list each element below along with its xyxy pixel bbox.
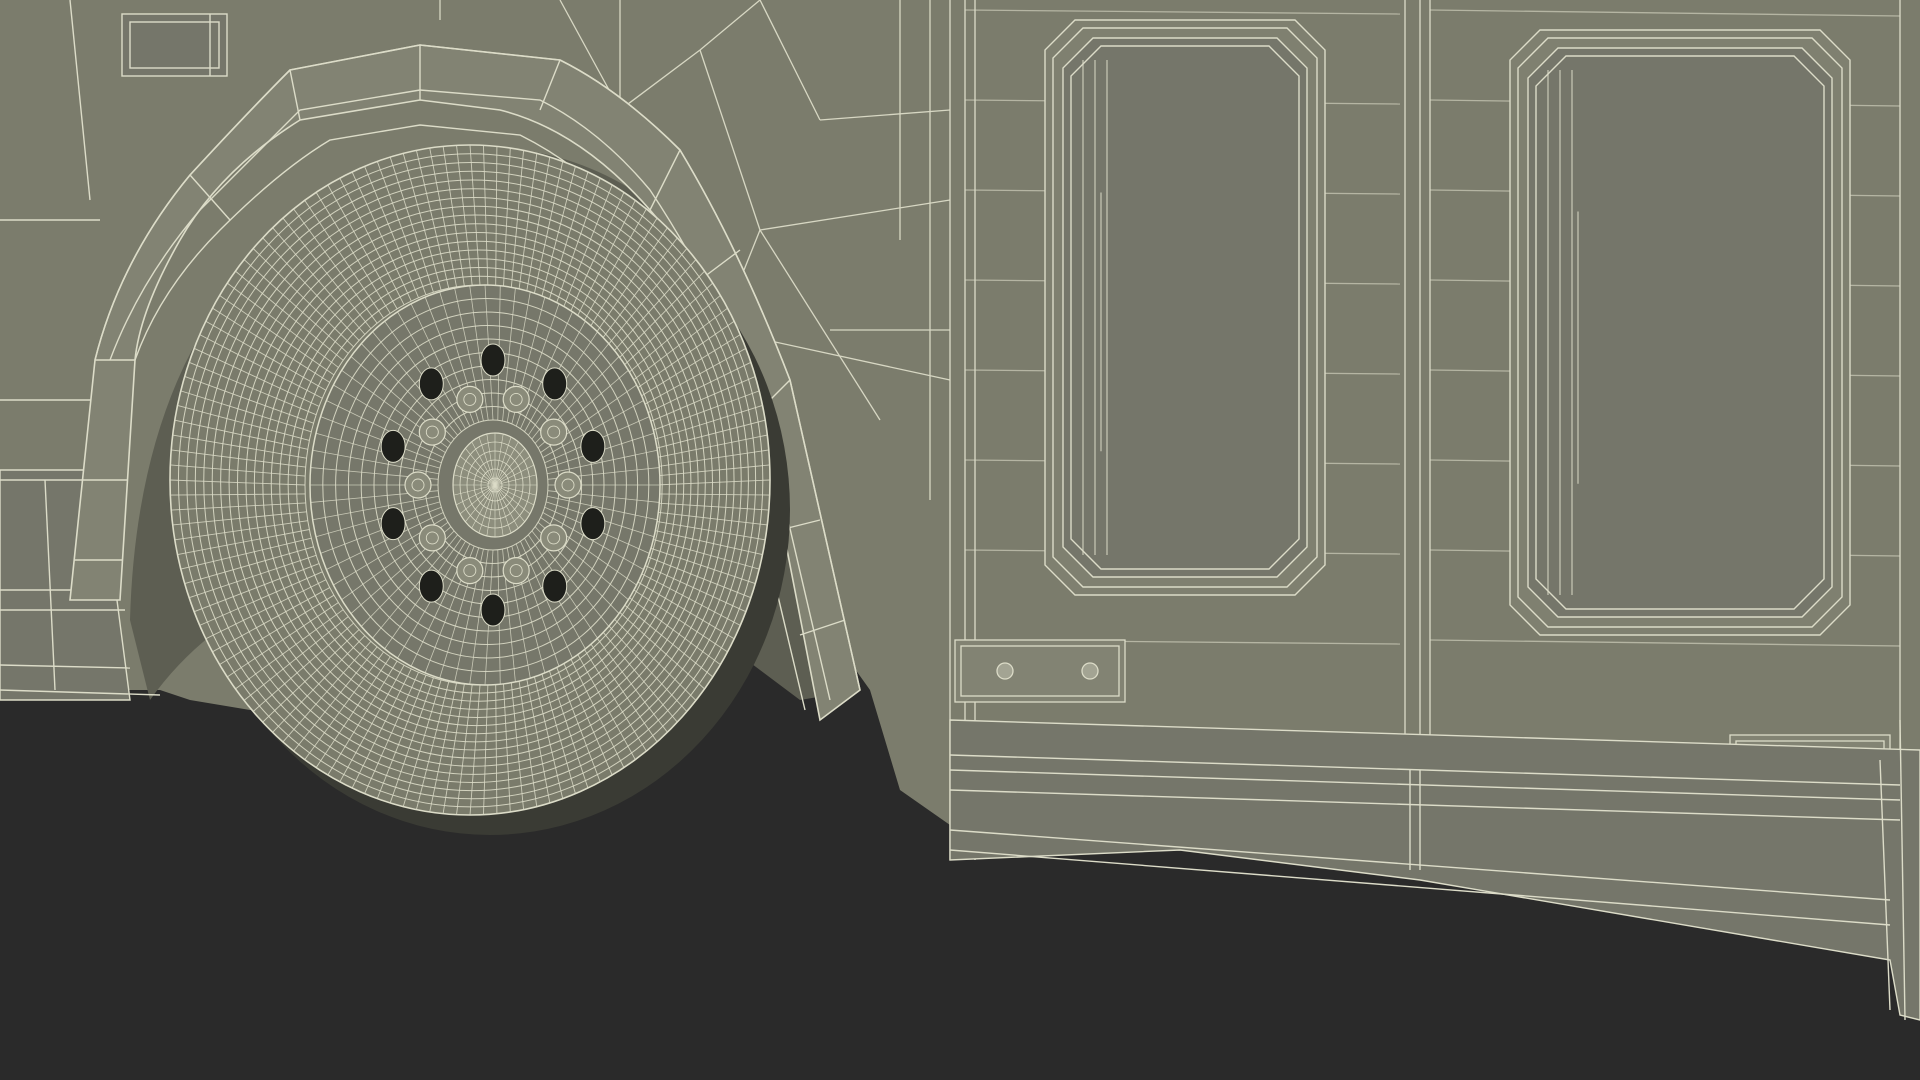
hub-hole	[380, 429, 406, 463]
compartment-door	[1044, 19, 1326, 596]
lug-nut	[540, 524, 568, 552]
latch-plate	[954, 639, 1126, 703]
hub-hole	[480, 343, 506, 377]
hub-hole	[418, 367, 444, 401]
lug-nut	[540, 418, 568, 446]
compartment-door	[1509, 29, 1851, 636]
hub-hole	[542, 367, 568, 401]
hub-hole	[542, 569, 568, 603]
hub-hole	[380, 507, 406, 541]
wireframe-render	[0, 0, 1920, 1080]
lug-nut	[456, 385, 484, 414]
hub-hole	[580, 507, 606, 541]
lug-nut	[418, 524, 446, 552]
hub-hole	[580, 429, 606, 463]
lug-nut	[554, 471, 582, 499]
lug-nut	[418, 418, 446, 446]
hub-hole	[418, 569, 444, 603]
lug-nut	[404, 471, 432, 499]
lug-nut	[456, 556, 484, 585]
marker-light	[121, 13, 228, 77]
hub-cap	[452, 432, 538, 538]
lug-nut	[502, 385, 530, 414]
hub-hole	[480, 593, 506, 627]
wireframe-viewport	[0, 0, 1920, 1080]
lug-nut	[502, 556, 530, 585]
